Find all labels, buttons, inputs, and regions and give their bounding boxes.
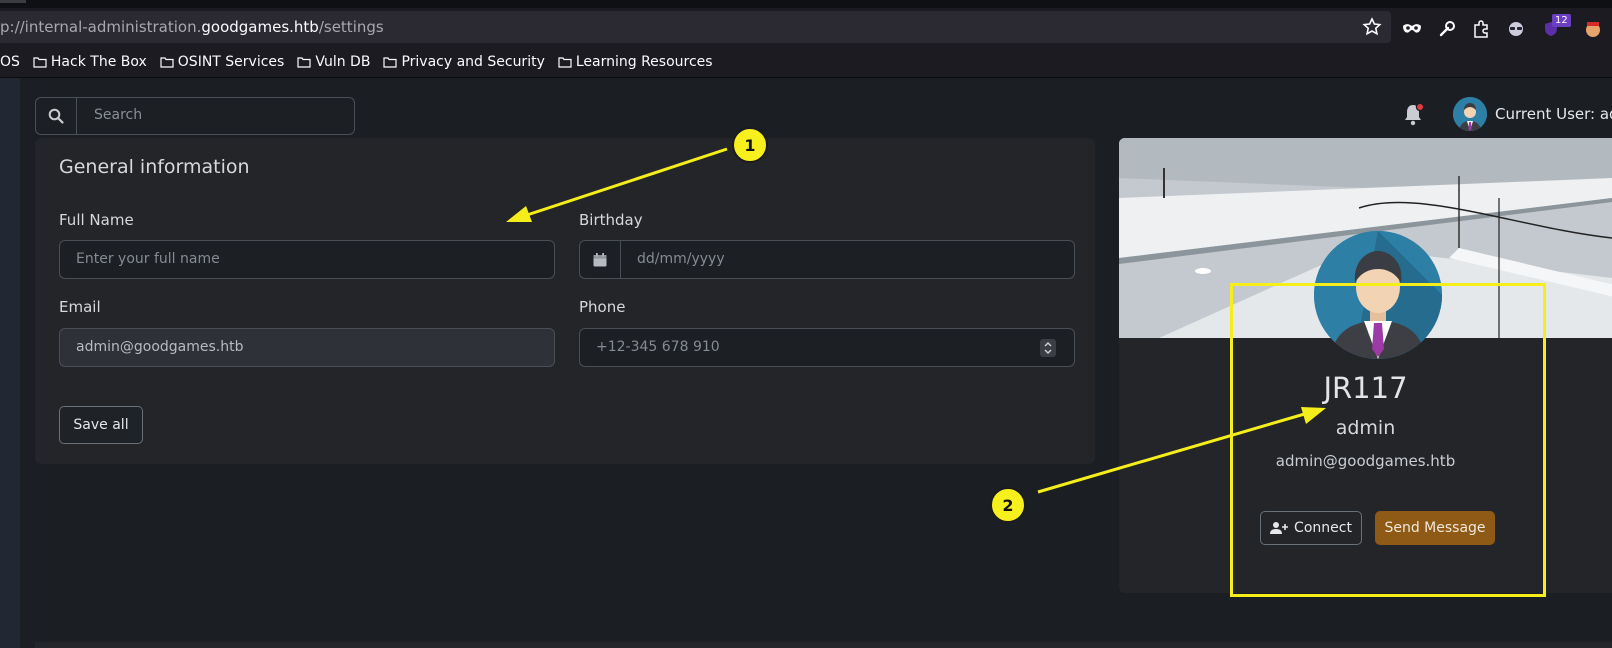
url-path: /settings [318, 18, 384, 36]
phone-field[interactable]: +12-345 678 910 [579, 328, 1075, 367]
general-information-card: General information Full Name Enter your… [35, 138, 1095, 464]
birthday-field[interactable]: dd/mm/yyyy [579, 240, 1075, 279]
search-input[interactable]: Search [94, 107, 142, 123]
search-icon[interactable] [36, 98, 77, 134]
search-box[interactable]: Search [35, 97, 355, 135]
bookmark-folder-hack-the-box[interactable]: Hack The Box [33, 54, 147, 70]
private-mask-icon[interactable] [1401, 19, 1423, 39]
birthday-placeholder: dd/mm/yyyy [637, 251, 725, 267]
calendar-icon[interactable] [580, 241, 621, 278]
section-title: General information [59, 156, 250, 178]
url-host: goodgames.htb [201, 18, 319, 36]
current-user-label: Current User: adm [1495, 105, 1612, 123]
extensions-puzzle-icon[interactable] [1470, 19, 1492, 39]
number-stepper-icon[interactable] [1040, 339, 1056, 357]
bookmark-folder-privacy-and-security[interactable]: Privacy and Security [383, 53, 545, 70]
bookmark-label: Privacy and Security [401, 53, 545, 70]
current-user[interactable]: Current User: adm [1453, 97, 1612, 131]
email-field[interactable]: admin@goodgames.htb [59, 328, 555, 367]
email-label: Email [59, 298, 101, 316]
folder-icon [33, 56, 47, 68]
bookmark-star-icon[interactable] [1362, 17, 1382, 37]
folder-icon [160, 56, 174, 68]
phone-placeholder: +12-345 678 910 [596, 339, 720, 355]
save-all-button[interactable]: Save all [59, 406, 143, 444]
annotation-marker-2: 2 [990, 487, 1026, 523]
email-value: admin@goodgames.htb [76, 339, 244, 355]
bookmark-label: Learning Resources [575, 53, 713, 70]
address-bar[interactable]: p://internal-administration.goodgames.ht… [0, 11, 1391, 43]
url-text[interactable]: p://internal-administration.goodgames.ht… [0, 18, 384, 36]
wrench-icon[interactable] [1436, 19, 1458, 39]
phone-label: Phone [579, 298, 626, 316]
notification-bell-icon[interactable] [1402, 102, 1424, 128]
highlight-box [1230, 283, 1546, 597]
folder-icon [297, 56, 311, 68]
bookmark-item-os[interactable]: OS [0, 54, 20, 70]
folder-icon [383, 56, 398, 68]
birthday-label: Birthday [579, 211, 643, 229]
folder-icon [558, 56, 572, 68]
bookmarks-bar: OS Hack The Box OSINT Services Vuln DB P… [0, 46, 1612, 78]
bookmark-folder-learning-resources[interactable]: Learning Resources [558, 54, 713, 70]
bookmark-label: Vuln DB [315, 53, 371, 70]
extension-badge: 12 [1552, 14, 1571, 27]
browser-toolbar: p://internal-administration.goodgames.ht… [0, 8, 1612, 46]
avatar[interactable] [1453, 97, 1487, 131]
url-prefix: p://internal-administration. [0, 18, 202, 36]
bookmark-label: Hack The Box [50, 53, 147, 70]
bookmark-folder-osint-services[interactable]: OSINT Services [160, 53, 285, 70]
active-tab-edge[interactable] [0, 0, 26, 3]
full-name-field[interactable]: Enter your full name [59, 240, 555, 279]
bookmark-folder-vuln-db[interactable]: Vuln DB [297, 54, 370, 70]
bookmark-label: OSINT Services [177, 53, 285, 70]
bookmark-label: OS [0, 53, 20, 70]
sidebar [0, 78, 20, 648]
full-name-label: Full Name [59, 211, 134, 229]
full-name-placeholder: Enter your full name [76, 251, 220, 267]
avatar-extension-icon[interactable] [1582, 19, 1604, 39]
spy-extension-icon[interactable] [1505, 19, 1527, 39]
browser-tab-strip [0, 0, 1612, 8]
annotation-marker-1: 1 [732, 127, 768, 163]
next-section-card [35, 642, 1612, 648]
